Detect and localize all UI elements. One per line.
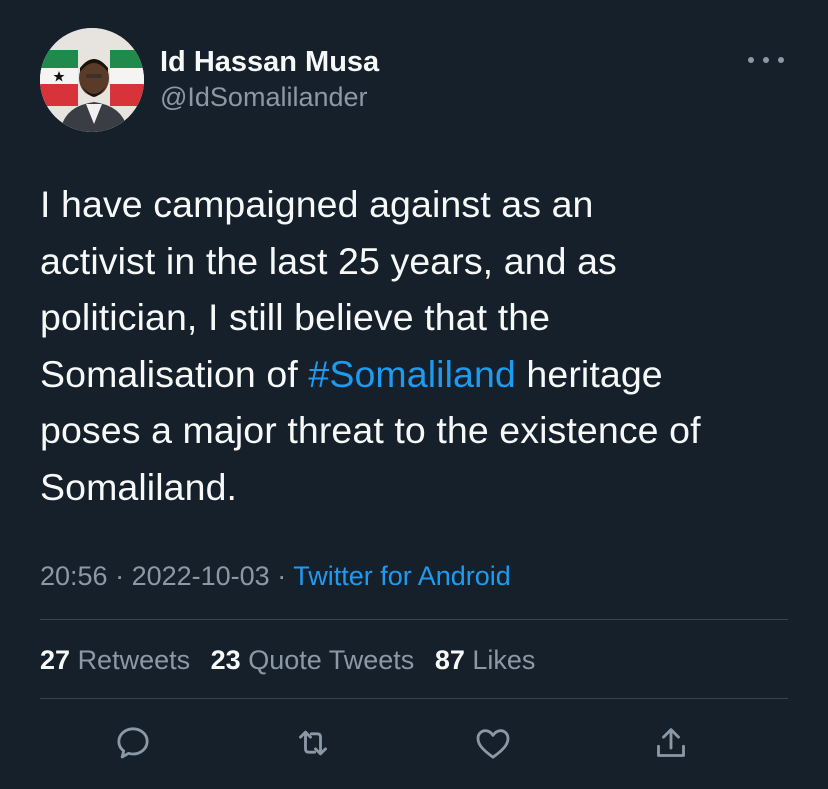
- more-dot: [763, 57, 769, 63]
- share-button[interactable]: [644, 716, 698, 770]
- more-dot: [778, 57, 784, 63]
- tweet-time[interactable]: 20:56: [40, 561, 108, 591]
- text-segment: activist in the last 25 years, and as: [40, 239, 617, 282]
- share-icon: [657, 728, 685, 757]
- retweet-button[interactable]: [286, 716, 340, 770]
- more-dot: [748, 57, 754, 63]
- tweet-text-line: activist in the last 25 years, and as: [40, 233, 800, 290]
- tweet-meta: 20:56 · 2022-10-03 · Twitter for Android: [40, 558, 511, 594]
- tweet-detail: Id Hassan Musa @IdSomalilander I have ca…: [0, 0, 828, 789]
- tweet-header: Id Hassan Musa @IdSomalilander: [40, 28, 788, 132]
- divider: [40, 619, 788, 620]
- tweet-date[interactable]: 2022-10-03: [132, 561, 270, 591]
- like-button[interactable]: [466, 716, 520, 770]
- retweets-label: Retweets: [77, 645, 191, 675]
- text-segment: I have campaigned against as an: [40, 183, 594, 225]
- user-handle[interactable]: @IdSomalilander: [160, 79, 379, 115]
- meta-separator: ·: [107, 561, 132, 591]
- tweet-text-line: poses a major threat to the existence of: [40, 402, 800, 459]
- divider: [40, 698, 788, 699]
- more-options-icon[interactable]: [748, 48, 784, 72]
- hashtag-link[interactable]: #Somaliland: [308, 353, 515, 395]
- avatar[interactable]: [40, 28, 144, 132]
- reply-button[interactable]: [106, 716, 160, 770]
- tweet-actions: [40, 716, 788, 770]
- quote-tweets-label: Quote Tweets: [248, 645, 415, 675]
- avatar-image: [40, 28, 144, 132]
- quote-tweets-count: 23: [210, 645, 241, 675]
- text-segment: politician, I still believe that the: [40, 296, 551, 338]
- tweet-text: I have campaigned against as an activist…: [40, 176, 800, 515]
- tweet-text-line: Somaliland.: [40, 459, 800, 516]
- retweets-count: 27: [40, 645, 71, 675]
- reply-icon: [117, 727, 149, 759]
- text-segment: Somalisation of: [40, 352, 309, 395]
- tweet-text-line: politician, I still believe that the: [40, 289, 800, 346]
- retweets-stat[interactable]: 27 Retweets: [40, 645, 190, 675]
- tweet-text-line: Somalisation of #Somaliland heritage: [40, 346, 800, 403]
- tweet-source-link[interactable]: Twitter for Android: [293, 561, 511, 591]
- likes-stat[interactable]: 87 Likes: [435, 645, 536, 675]
- likes-count: 87: [434, 645, 465, 675]
- quote-tweets-stat[interactable]: 23 Quote Tweets: [211, 645, 415, 675]
- retweet-icon: [299, 730, 327, 756]
- text-segment: poses a major threat to the existence of: [40, 409, 701, 451]
- user-names: Id Hassan Musa @IdSomalilander: [160, 45, 379, 115]
- text-segment: Somaliland.: [40, 465, 238, 508]
- heart-icon: [476, 729, 510, 759]
- meta-separator: ·: [269, 561, 294, 591]
- tweet-stats: 27 Retweets 23 Quote Tweets 87 Likes: [40, 642, 548, 678]
- likes-label: Likes: [472, 645, 536, 675]
- tweet-text-line: I have campaigned against as an: [40, 176, 800, 233]
- text-segment: heritage: [515, 352, 663, 395]
- display-name[interactable]: Id Hassan Musa: [160, 45, 379, 79]
